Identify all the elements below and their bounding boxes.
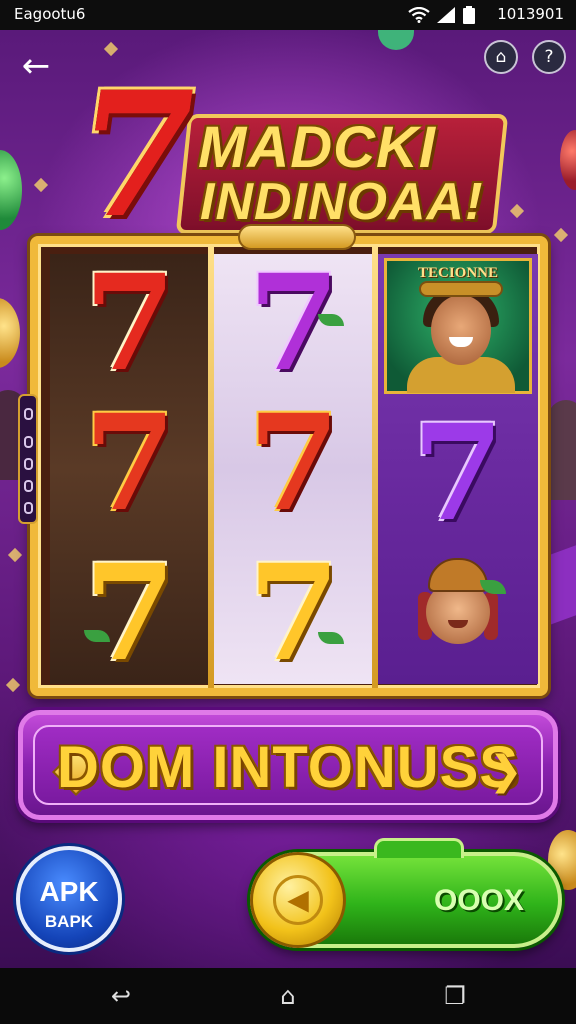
background-character-right bbox=[548, 400, 576, 500]
seven-symbol: 7 bbox=[248, 536, 340, 691]
portrait-face bbox=[431, 295, 491, 365]
head-symbol bbox=[412, 550, 506, 650]
seven-symbol: 7 bbox=[84, 536, 176, 691]
seven-symbol: 7 bbox=[412, 396, 504, 551]
apk-title: APK bbox=[39, 876, 99, 907]
teal-balloon-decoration bbox=[378, 30, 414, 50]
spin-bar-tab bbox=[374, 838, 464, 858]
sparkle-icon bbox=[7, 547, 23, 563]
sparkle-icon bbox=[509, 203, 525, 219]
status-bar: Eagootu6 1013901 bbox=[0, 0, 576, 30]
light-icon bbox=[24, 408, 33, 420]
sparkle-icon bbox=[5, 677, 21, 693]
home-button[interactable]: ⌂ bbox=[484, 40, 518, 74]
status-icons bbox=[408, 6, 476, 24]
seven-symbol: 7 bbox=[84, 246, 176, 401]
navigation-bar: ↩ ⌂ ❐ bbox=[0, 968, 576, 1024]
coin-icon: ◀ bbox=[250, 852, 346, 948]
spin-value: OOOX bbox=[433, 884, 524, 917]
leaf-icon bbox=[480, 580, 506, 594]
back-button[interactable]: ← bbox=[16, 49, 56, 86]
light-icon bbox=[24, 480, 33, 492]
light-icon bbox=[24, 458, 33, 470]
spin-button[interactable]: ◀ OOOX bbox=[250, 838, 562, 948]
logo-title-line2: INDINOAA! bbox=[200, 173, 484, 231]
logo-seven: 7 bbox=[63, 53, 213, 256]
battery-icon bbox=[463, 6, 475, 24]
seven-symbol: 7 bbox=[248, 386, 340, 541]
reel-divider bbox=[372, 244, 378, 688]
reel-2: 7 7 7 bbox=[214, 254, 374, 684]
nav-home-button[interactable]: ⌂ bbox=[263, 982, 313, 1010]
sparkle-icon bbox=[33, 177, 49, 193]
game-scene: ← ⌂ ? 7 MADCKI INDINOAA! 7 7 7 7 7 7 TEC… bbox=[0, 30, 576, 968]
bonus-label: DOM INTONUSS bbox=[56, 735, 520, 800]
portrait-hat bbox=[419, 281, 503, 297]
bonus-button[interactable]: DOM INTONUSS ❯ bbox=[18, 710, 558, 820]
nav-recents-button[interactable]: ❐ bbox=[430, 982, 480, 1010]
portrait-title: TECIONNE bbox=[417, 265, 499, 281]
chevron-right-icon: ❯ bbox=[489, 748, 523, 794]
logo-title-line1: MADCKI bbox=[198, 115, 436, 180]
side-lights bbox=[18, 394, 38, 524]
slot-machine: 7 7 7 7 7 7 TECIONNE 7 bbox=[18, 224, 548, 696]
light-icon bbox=[24, 502, 33, 514]
red-balloon-decoration bbox=[560, 130, 576, 190]
seven-symbol: 7 bbox=[84, 386, 176, 541]
status-time: 1013901 bbox=[497, 5, 564, 23]
status-left-text: Eagootu6 bbox=[14, 5, 86, 23]
portrait-symbol: TECIONNE bbox=[384, 258, 532, 394]
ribbon-decoration bbox=[548, 544, 576, 626]
coin-arrow-icon: ◀ bbox=[273, 875, 323, 925]
bonus-inner: DOM INTONUSS ❯ bbox=[33, 725, 543, 805]
apk-download-button[interactable]: APK BAPK bbox=[16, 846, 122, 952]
green-balloon-decoration bbox=[0, 150, 22, 230]
reel-1: 7 7 7 bbox=[50, 254, 210, 684]
reel-3: TECIONNE 7 bbox=[378, 254, 538, 684]
seven-symbol: 7 bbox=[248, 246, 340, 401]
reel-divider bbox=[208, 244, 214, 688]
light-icon bbox=[24, 436, 33, 448]
signal-icon bbox=[437, 7, 455, 23]
nav-back-button[interactable]: ↩ bbox=[96, 982, 146, 1010]
wifi-icon bbox=[408, 7, 430, 23]
apk-subtitle: BAPK bbox=[44, 912, 94, 931]
head-hat bbox=[428, 558, 488, 592]
help-button[interactable]: ? bbox=[532, 40, 566, 74]
gold-coin-decoration bbox=[0, 298, 20, 368]
sparkle-icon bbox=[553, 227, 569, 243]
